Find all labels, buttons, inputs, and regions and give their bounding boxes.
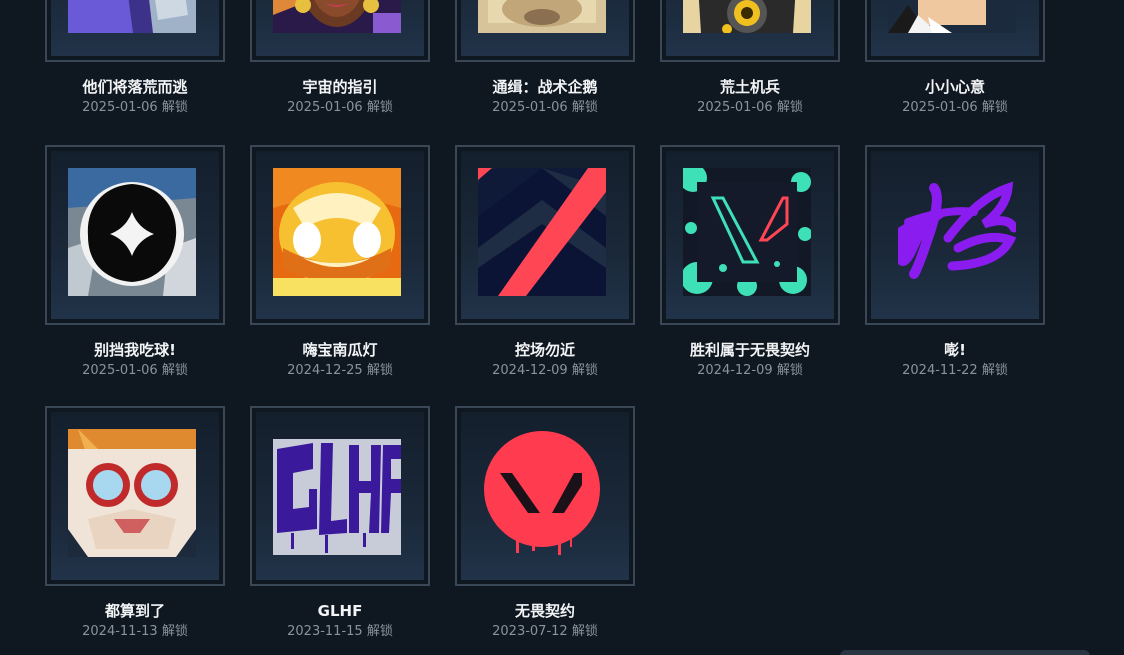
spray-card[interactable]: 胜利属于无畏契约 2024-12-09 解锁 xyxy=(660,145,840,380)
spray-title: 嘭! xyxy=(944,341,966,359)
spray-title: 他们将落荒而逃 xyxy=(82,78,188,96)
spray-title: 都算到了 xyxy=(104,602,165,620)
spray-frame xyxy=(45,406,225,586)
unlock-date: 2023-07-12 解锁 xyxy=(492,624,598,639)
valorant-splatter-icon xyxy=(683,168,811,296)
spray-frame xyxy=(455,0,635,62)
unlock-date: 2025-01-06 解锁 xyxy=(902,100,1008,115)
spray-card[interactable]: 控场勿近 2024-12-09 解锁 xyxy=(455,145,635,380)
spray-frame xyxy=(250,145,430,325)
spray-frame xyxy=(865,145,1045,325)
unlock-date: 2024-11-22 解锁 xyxy=(902,363,1008,378)
scrollbar[interactable] xyxy=(840,650,1090,655)
unlock-date: 2024-12-09 解锁 xyxy=(697,363,803,378)
glhf-graffiti-icon xyxy=(273,429,401,557)
spray-title: GLHF xyxy=(317,602,363,620)
black-spike-icon xyxy=(68,168,196,296)
spray-card[interactable]: 小小心意 2025-01-06 解锁 xyxy=(865,0,1045,117)
spray-card[interactable]: 无畏契约 2023-07-12 解锁 xyxy=(455,406,635,641)
spray-frame xyxy=(660,145,840,325)
unlock-date: 2025-01-06 解锁 xyxy=(697,100,803,115)
spray-title: 别挡我吃球! xyxy=(94,341,176,359)
purple-graffiti-icon xyxy=(888,168,1016,296)
spray-frame xyxy=(865,0,1045,62)
spray-collection-page: 他们将落荒而逃 2025-01-06 解锁 宇宙的指引 2025-01-06 解… xyxy=(0,0,1124,655)
spray-title: 通缉：战术企鹅 xyxy=(492,78,598,96)
unlock-date: 2023-11-15 解锁 xyxy=(287,624,393,639)
unlock-date: 2025-01-06 解锁 xyxy=(82,100,188,115)
spray-frame xyxy=(250,406,430,586)
suited-man-icon xyxy=(888,0,1016,33)
spray-frame xyxy=(455,406,635,586)
spray-frame xyxy=(250,0,430,62)
spray-card[interactable]: 都算到了 2024-11-13 解锁 xyxy=(45,406,225,641)
spray-frame xyxy=(660,0,840,62)
spray-card[interactable]: 他们将落荒而逃 2025-01-06 解锁 xyxy=(45,0,225,117)
pumpkin-lantern-icon xyxy=(273,168,401,296)
spray-card[interactable]: 宇宙的指引 2025-01-06 解锁 xyxy=(250,0,430,117)
unlock-date: 2025-01-06 解锁 xyxy=(82,363,188,378)
spray-card[interactable]: 通缉：战术企鹅 2025-01-06 解锁 xyxy=(455,0,635,117)
spray-title: 荒土机兵 xyxy=(719,78,780,96)
astra-portrait-icon xyxy=(273,0,401,33)
spray-frame xyxy=(45,145,225,325)
spray-card[interactable]: 荒土机兵 2025-01-06 解锁 xyxy=(660,0,840,117)
spray-title: 宇宙的指引 xyxy=(302,78,378,96)
spray-card[interactable]: 别挡我吃球! 2025-01-06 解锁 xyxy=(45,145,225,380)
purple-character-icon xyxy=(68,0,196,33)
wasteland-robot-icon xyxy=(683,0,811,33)
spray-title: 控场勿近 xyxy=(514,341,575,359)
unlock-date: 2024-12-09 解锁 xyxy=(492,363,598,378)
spray-title: 无畏契约 xyxy=(514,602,575,620)
spray-frame xyxy=(45,0,225,62)
unlock-date: 2024-11-13 解锁 xyxy=(82,624,188,639)
spray-card[interactable]: 嗨宝南瓜灯 2024-12-25 解锁 xyxy=(250,145,430,380)
unlock-date: 2024-12-25 解锁 xyxy=(287,363,393,378)
spray-card[interactable]: GLHF 2023-11-15 解锁 xyxy=(250,406,430,641)
spray-card[interactable]: 嘭! 2024-11-22 解锁 xyxy=(865,145,1045,380)
spray-title: 嗨宝南瓜灯 xyxy=(302,341,378,359)
penguin-wanted-icon xyxy=(478,0,606,33)
unlock-date: 2025-01-06 解锁 xyxy=(287,100,393,115)
control-chevron-icon xyxy=(478,168,606,296)
spray-title: 小小心意 xyxy=(924,78,985,96)
spray-title: 胜利属于无畏契约 xyxy=(689,341,810,359)
valorant-logo-icon xyxy=(478,429,606,557)
goggles-character-icon xyxy=(68,429,196,557)
unlock-date: 2025-01-06 解锁 xyxy=(492,100,598,115)
spray-frame xyxy=(455,145,635,325)
